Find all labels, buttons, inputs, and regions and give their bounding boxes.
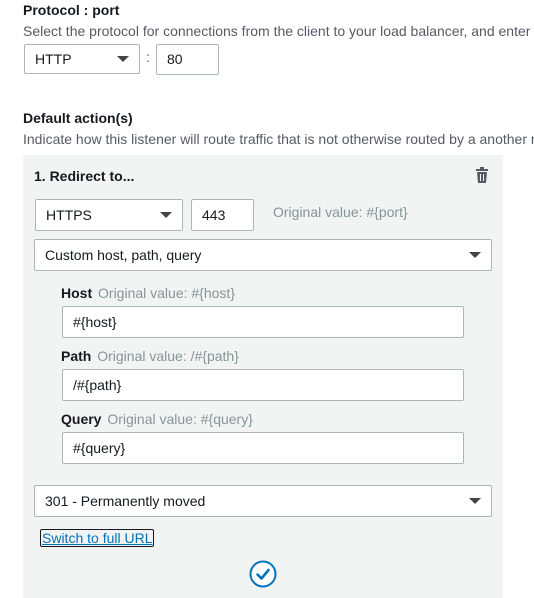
default-actions-title: Default action(s) <box>23 110 133 126</box>
chevron-down-icon <box>469 498 481 504</box>
host-label: Host <box>61 285 93 301</box>
query-label: Query <box>61 411 102 427</box>
protocol-port-description: Select the protocol for connections from… <box>23 23 531 39</box>
redirect-action-panel: 1. Redirect to... HTTPS 443 Original val… <box>23 155 503 598</box>
trash-icon[interactable] <box>475 167 489 183</box>
redirect-protocol-select[interactable]: HTTPS <box>35 199 183 231</box>
redirect-mode-value: Custom host, path, query <box>45 247 202 263</box>
path-hint: Original value: /#{path} <box>97 348 239 364</box>
status-code-select[interactable]: 301 - Permanently moved <box>34 485 492 517</box>
status-code-value: 301 - Permanently moved <box>45 493 206 509</box>
confirm-check-icon[interactable] <box>249 560 277 588</box>
listener-port-value: 80 <box>167 51 183 67</box>
listener-port-input[interactable]: 80 <box>156 44 219 75</box>
chevron-down-icon <box>160 212 172 218</box>
query-input[interactable]: #{query} <box>62 432 464 464</box>
query-value: #{query} <box>73 440 126 456</box>
listener-protocol-value: HTTP <box>35 51 72 67</box>
switch-to-full-url-link[interactable]: Switch to full URL <box>40 529 155 547</box>
path-label: Path <box>61 348 92 364</box>
host-value: #{host} <box>73 314 117 330</box>
query-hint: Original value: #{query} <box>107 411 253 427</box>
host-field-label-row: Host Original value: #{host} <box>61 285 235 301</box>
path-value: /#{path} <box>73 377 122 393</box>
action-heading: 1. Redirect to... <box>34 168 135 184</box>
path-field-label-row: Path Original value: /#{path} <box>61 348 239 364</box>
query-field-label-row: Query Original value: #{query} <box>61 411 253 427</box>
chevron-down-icon <box>117 56 129 62</box>
protocol-port-title: Protocol : port <box>23 2 120 18</box>
listener-protocol-select[interactable]: HTTP <box>24 44 140 74</box>
protocol-port-separator: : <box>146 49 150 65</box>
redirect-port-input[interactable]: 443 <box>191 199 254 231</box>
redirect-protocol-value: HTTPS <box>46 207 92 223</box>
redirect-port-hint: Original value: #{port} <box>273 204 408 220</box>
host-hint: Original value: #{host} <box>98 285 235 301</box>
redirect-mode-select[interactable]: Custom host, path, query <box>34 239 492 271</box>
chevron-down-icon <box>469 252 481 258</box>
path-input[interactable]: /#{path} <box>62 369 464 401</box>
host-input[interactable]: #{host} <box>62 306 464 338</box>
redirect-port-value: 443 <box>202 207 226 223</box>
default-actions-description: Indicate how this listener will route tr… <box>23 131 534 147</box>
